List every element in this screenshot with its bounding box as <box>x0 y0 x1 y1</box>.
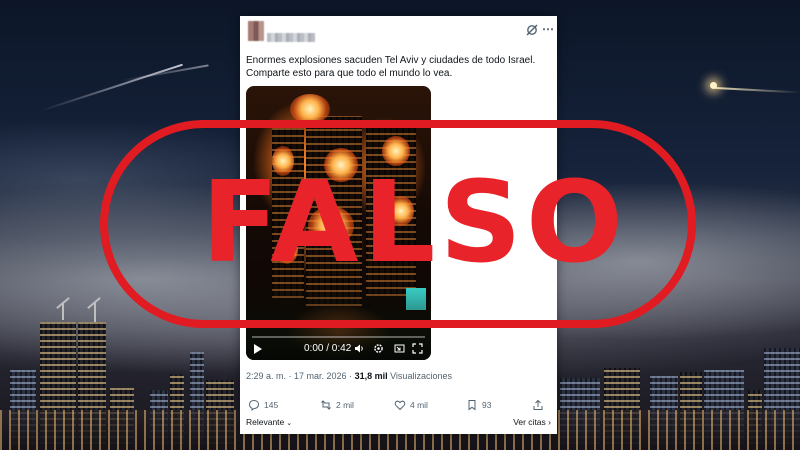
like-button[interactable]: 4 mil <box>394 399 428 411</box>
sort-label: Relevante <box>246 417 285 427</box>
share-icon <box>533 399 543 410</box>
pip-icon[interactable] <box>394 343 405 354</box>
quotes-label: Ver citas <box>513 417 546 427</box>
share-button[interactable] <box>532 399 544 411</box>
video-progress-bar[interactable] <box>252 336 425 338</box>
reply-button[interactable]: 145 <box>248 399 278 411</box>
view-quotes-link[interactable]: Ver citas › <box>513 417 551 427</box>
grok-icon[interactable] <box>525 23 539 37</box>
like-icon <box>394 400 406 411</box>
video-time: 0:00 / 0:42 <box>304 343 352 354</box>
like-count: 4 mil <box>410 400 428 410</box>
sort-dropdown[interactable]: Relevante ⌄ <box>246 417 292 427</box>
tweet-meta: 2:29 a. m. · 17 mar. 2026 · 31,8 mil Vis… <box>246 371 452 381</box>
play-icon[interactable] <box>254 344 262 354</box>
avatar[interactable] <box>248 21 264 41</box>
repost-icon <box>321 400 331 410</box>
settings-icon[interactable] <box>373 343 384 354</box>
tweet-text-line: Comparte esto para que todo el mundo lo … <box>246 68 453 79</box>
chevron-down-icon: ⌄ <box>284 420 293 427</box>
volume-icon[interactable] <box>354 343 365 354</box>
repost-count: 2 mil <box>336 400 354 410</box>
missile-trail <box>39 63 183 112</box>
interceptor-flare <box>710 82 717 89</box>
bookmark-button[interactable]: 93 <box>466 399 491 411</box>
reply-count: 145 <box>264 400 279 410</box>
chevron-right-icon: › <box>545 417 551 427</box>
bookmark-count: 93 <box>482 400 492 410</box>
missile-trail <box>119 64 209 82</box>
reply-icon <box>248 399 260 411</box>
username-blurred[interactable] <box>267 33 315 42</box>
tweet-text-line: Enormes explosiones sacuden Tel Aviv y c… <box>246 55 536 66</box>
fullscreen-icon[interactable] <box>412 343 423 354</box>
missile-trail <box>714 87 800 94</box>
bookmark-icon <box>468 400 476 411</box>
tweet-text: Enormes explosiones sacuden Tel Aviv y c… <box>246 54 546 80</box>
timestamp[interactable]: 2:29 a. m. · 17 mar. 2026 · <box>246 371 355 381</box>
action-bar: 145 2 mil 4 mil 93 <box>246 399 551 413</box>
more-icon[interactable]: ⋯ <box>542 23 555 35</box>
fact-check-stamp-label: FALSO <box>201 158 628 288</box>
views-count: 31,8 mil <box>354 371 388 381</box>
views-label: Visualizaciones <box>387 371 452 381</box>
repost-button[interactable]: 2 mil <box>320 399 354 411</box>
